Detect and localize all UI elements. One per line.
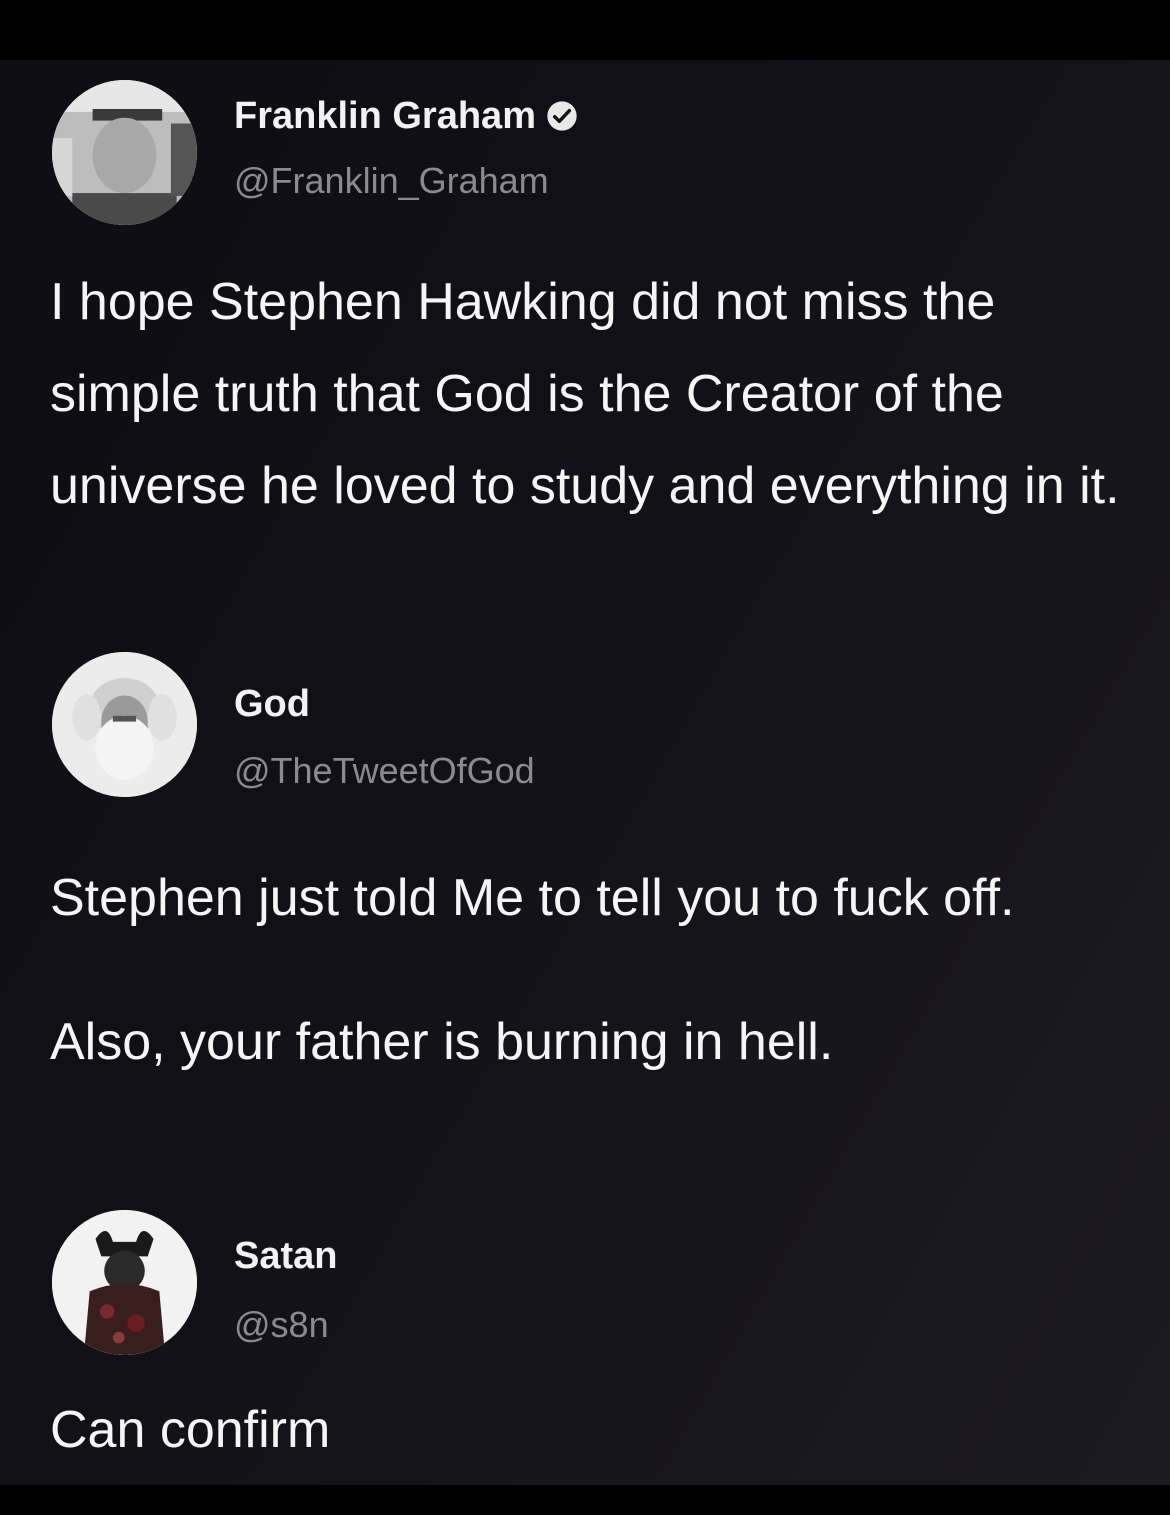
display-name[interactable]: God bbox=[234, 682, 310, 726]
tweet-text: I hope Stephen Hawking did not miss the … bbox=[50, 256, 1150, 532]
tweet-paragraph: I hope Stephen Hawking did not miss the … bbox=[50, 273, 1120, 515]
avatar-god[interactable] bbox=[52, 652, 197, 797]
person-photo-icon bbox=[52, 80, 197, 225]
display-name-text: Franklin Graham bbox=[234, 95, 536, 137]
tweet-text: Can confirm bbox=[50, 1384, 1150, 1476]
user-handle[interactable]: @TheTweetOfGod bbox=[234, 750, 535, 792]
display-name[interactable]: Satan bbox=[234, 1234, 337, 1278]
tweet-text: Stephen just told Me to tell you to fuck… bbox=[50, 852, 1150, 1088]
person-photo-icon bbox=[52, 1210, 197, 1355]
tweet-paragraph: Also, your father is burning in hell. bbox=[50, 1013, 834, 1071]
avatar-satan[interactable] bbox=[52, 1210, 197, 1355]
screenshot-frame: Franklin Graham @Franklin_Graham I hope … bbox=[0, 60, 1170, 1485]
verified-badge-icon bbox=[546, 98, 578, 131]
user-handle[interactable]: @Franklin_Graham bbox=[234, 160, 549, 202]
avatar-franklin-graham[interactable] bbox=[52, 80, 197, 225]
tweet-paragraph: Stephen just told Me to tell you to fuck… bbox=[50, 869, 1015, 927]
display-name[interactable]: Franklin Graham bbox=[234, 94, 578, 138]
user-handle[interactable]: @s8n bbox=[234, 1304, 329, 1346]
tweet-paragraph: Can confirm bbox=[50, 1401, 331, 1459]
person-photo-icon bbox=[52, 652, 197, 797]
